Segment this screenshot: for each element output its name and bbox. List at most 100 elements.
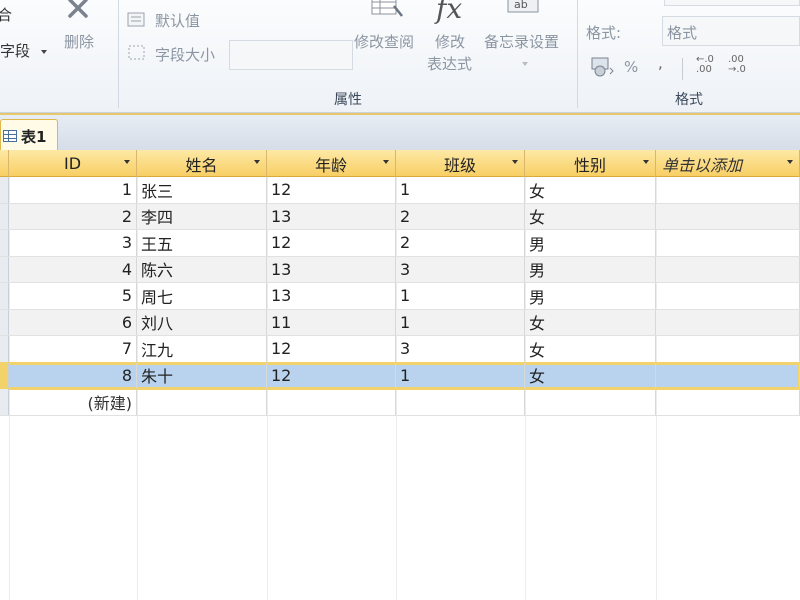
cell-age[interactable]: 11 (267, 309, 396, 335)
cell-age[interactable]: 12 (267, 362, 396, 388)
cell-gender[interactable]: 女 (525, 309, 656, 335)
cell-name[interactable]: 张三 (137, 177, 267, 203)
cell-name[interactable]: 刘八 (137, 309, 267, 335)
cell-empty[interactable] (656, 177, 800, 203)
record-selector[interactable] (0, 362, 9, 388)
delete-field-button[interactable]: 删除 (60, 0, 106, 54)
cell-class[interactable]: 1 (396, 309, 525, 335)
column-header-id[interactable]: ID (9, 150, 137, 177)
table-row[interactable]: 3 王五 12 2 男 (0, 230, 800, 257)
cell-id[interactable]: 3 (9, 230, 137, 256)
table-row[interactable]: 1 张三 12 1 女 (0, 177, 800, 204)
table-row[interactable]: 7 江九 12 3 女 (0, 336, 800, 363)
record-selector[interactable] (0, 309, 9, 335)
column-header-click-to-add[interactable]: 单击以添加 (656, 150, 800, 177)
table-row[interactable]: 4 陈六 13 3 男 (0, 256, 800, 283)
dropdown-arrow-icon[interactable] (787, 160, 793, 164)
dropdown-arrow-icon[interactable] (512, 160, 518, 164)
record-selector[interactable] (0, 389, 9, 415)
column-header-name[interactable]: 姓名 (137, 150, 267, 177)
cell-name[interactable]: 周七 (137, 283, 267, 309)
field-size-input[interactable] (229, 40, 353, 70)
header-corner[interactable] (0, 150, 9, 177)
cell-empty[interactable] (656, 389, 800, 415)
cell-class[interactable]: 1 (396, 362, 525, 388)
cell-empty[interactable] (656, 230, 800, 256)
cell-class[interactable]: 1 (396, 177, 525, 203)
modify-lookups-button[interactable]: 修改查阅 (354, 0, 426, 56)
cell-age[interactable]: 13 (267, 256, 396, 282)
cell-name[interactable]: 江九 (137, 336, 267, 362)
cell-empty[interactable] (656, 336, 800, 362)
new-record-label[interactable]: (新建) (9, 389, 137, 415)
cell-empty[interactable] (656, 309, 800, 335)
column-header-gender[interactable]: 性别 (525, 150, 656, 177)
column-header-age[interactable]: 年龄 (267, 150, 396, 177)
increase-decimals-icon[interactable]: ←.0.00 (696, 55, 714, 75)
cell-name[interactable]: 王五 (137, 230, 267, 256)
cell-empty[interactable] (656, 362, 800, 388)
cell-age[interactable]: 13 (267, 203, 396, 229)
decrease-decimals-icon[interactable]: .00 →.0 (728, 55, 746, 75)
cell-id[interactable]: 8 (9, 362, 137, 388)
cell-age[interactable]: 12 (267, 336, 396, 362)
cell-id[interactable]: 2 (9, 203, 137, 229)
dropdown-arrow-icon[interactable] (383, 160, 389, 164)
column-header-class[interactable]: 班级 (396, 150, 525, 177)
cell-empty[interactable] (656, 283, 800, 309)
currency-format-icon[interactable] (590, 56, 616, 78)
cell-class[interactable]: 2 (396, 230, 525, 256)
cell-name[interactable]: 陈六 (137, 256, 267, 282)
record-selector[interactable] (0, 230, 9, 256)
cell-gender[interactable]: 女 (525, 177, 656, 203)
cell-id[interactable]: 4 (9, 256, 137, 282)
table-row[interactable]: 6 刘八 11 1 女 (0, 309, 800, 336)
record-selector[interactable] (0, 177, 9, 203)
cell-gender[interactable]: 男 (525, 256, 656, 282)
cell-name[interactable]: 李四 (137, 203, 267, 229)
memo-settings-button[interactable]: ab 备忘录设置 (482, 0, 574, 76)
cell-empty[interactable] (396, 389, 525, 415)
tab-table1[interactable]: 表1 (0, 119, 58, 152)
record-selector[interactable] (0, 283, 9, 309)
cell-empty[interactable] (525, 389, 656, 415)
dropdown-arrow-icon[interactable] (254, 160, 260, 164)
cell-age[interactable]: 13 (267, 283, 396, 309)
ribbon-partial-label: 合 (0, 6, 13, 24)
table-row[interactable]: 2 李四 13 2 女 (0, 203, 800, 230)
table-row[interactable]: 8 朱十 12 1 女 (0, 361, 800, 390)
cell-empty[interactable] (656, 203, 800, 229)
cell-class[interactable]: 3 (396, 256, 525, 282)
cell-class[interactable]: 2 (396, 203, 525, 229)
percent-format-button[interactable]: % (624, 58, 638, 76)
new-record-row[interactable]: (新建) (0, 389, 800, 416)
format-select[interactable]: 格式 (662, 16, 800, 46)
table-row[interactable]: 5 周七 13 1 男 (0, 283, 800, 310)
cell-id[interactable]: 6 (9, 309, 137, 335)
record-selector[interactable] (0, 203, 9, 229)
record-selector[interactable] (0, 336, 9, 362)
cell-empty[interactable] (656, 256, 800, 282)
cell-id[interactable]: 7 (9, 336, 137, 362)
cell-gender[interactable]: 女 (525, 362, 656, 388)
dropdown-arrow-icon[interactable] (124, 160, 130, 164)
cell-name[interactable]: 朱十 (137, 362, 267, 388)
cell-id[interactable]: 5 (9, 283, 137, 309)
cell-class[interactable]: 1 (396, 283, 525, 309)
cell-gender[interactable]: 女 (525, 203, 656, 229)
cell-gender[interactable]: 男 (525, 230, 656, 256)
cell-age[interactable]: 12 (267, 230, 396, 256)
modify-expression-button[interactable]: fx 修改 表达式 (427, 0, 483, 76)
comma-format-button[interactable]: , (658, 54, 663, 72)
cell-class[interactable]: 3 (396, 336, 525, 362)
dropdown-arrow-icon[interactable] (643, 160, 649, 164)
cell-id[interactable]: 1 (9, 177, 137, 203)
cell-age[interactable]: 12 (267, 177, 396, 203)
cell-empty[interactable] (137, 389, 267, 415)
add-field-button[interactable]: 字段 (0, 38, 58, 62)
cell-gender[interactable]: 男 (525, 283, 656, 309)
default-value-button[interactable]: 默认值 (127, 8, 223, 32)
cell-empty[interactable] (267, 389, 396, 415)
cell-gender[interactable]: 女 (525, 336, 656, 362)
record-selector[interactable] (0, 256, 9, 282)
